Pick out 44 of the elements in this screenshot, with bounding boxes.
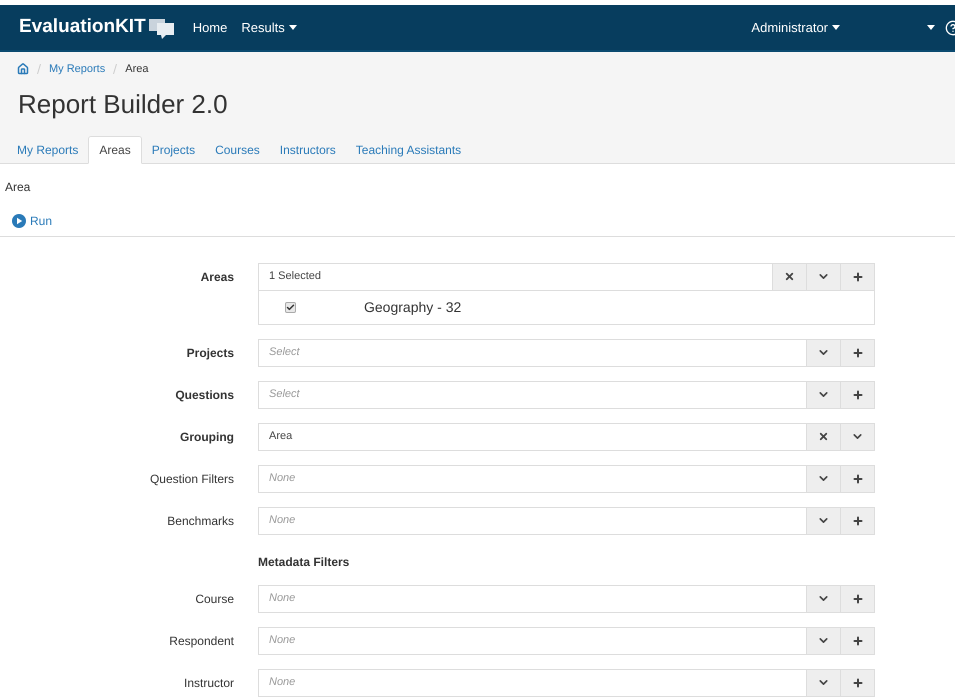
page-title: Report Builder 2.0 <box>18 88 229 120</box>
logo[interactable]: EvaluationKIT <box>19 13 146 42</box>
select-field[interactable]: Area <box>258 422 875 450</box>
tab[interactable]: Projects <box>142 136 206 164</box>
dropdown-option[interactable]: Geography - 32 <box>259 290 874 324</box>
field-label: Question Filters <box>150 470 234 488</box>
field-label: Projects <box>186 344 234 362</box>
breadcrumb-link[interactable]: My Reports <box>49 61 106 78</box>
tab[interactable]: Courses <box>205 136 270 164</box>
select-field[interactable]: None <box>258 506 875 534</box>
select-field[interactable]: None <box>258 668 875 696</box>
user-menu[interactable]: Administrator <box>751 18 840 38</box>
field-value: Area <box>269 430 292 442</box>
field-label: Areas <box>200 268 234 286</box>
field-label: Course <box>195 590 234 608</box>
field-label: Respondent <box>169 632 234 650</box>
field-placeholder: Select <box>269 388 300 400</box>
field-placeholder: Select <box>269 346 300 358</box>
tab[interactable]: Areas <box>88 136 142 164</box>
nav-link[interactable]: Home <box>192 18 228 38</box>
field-label: Grouping <box>180 428 234 446</box>
section-label: Area <box>5 178 32 196</box>
field-label: Benchmarks <box>167 512 234 530</box>
select-field[interactable]: Select <box>258 380 875 408</box>
field-placeholder: None <box>269 472 296 484</box>
field-placeholder: None <box>269 634 296 646</box>
field-placeholder: None <box>269 514 296 526</box>
breadcrumb-current: Area <box>125 62 148 77</box>
nav-link[interactable]: Results <box>241 18 297 38</box>
field-value: 1 Selected <box>269 270 321 282</box>
tab[interactable]: My Reports <box>7 136 88 164</box>
field-placeholder: None <box>269 592 296 604</box>
field-label: Questions <box>175 386 234 404</box>
field-placeholder: None <box>269 676 296 688</box>
tab[interactable]: Instructors <box>270 136 346 164</box>
select-field[interactable]: None <box>258 584 875 612</box>
run-button[interactable]: Run <box>12 212 52 230</box>
select-field[interactable]: 1 Selected <box>258 262 875 290</box>
section-heading: Metadata Filters <box>258 554 350 570</box>
select-field[interactable]: None <box>258 464 875 492</box>
select-field[interactable]: None <box>258 626 875 654</box>
field-label: Instructor <box>184 674 234 692</box>
select-field[interactable]: Select <box>258 338 875 366</box>
tab[interactable]: Teaching Assistants <box>346 136 472 164</box>
